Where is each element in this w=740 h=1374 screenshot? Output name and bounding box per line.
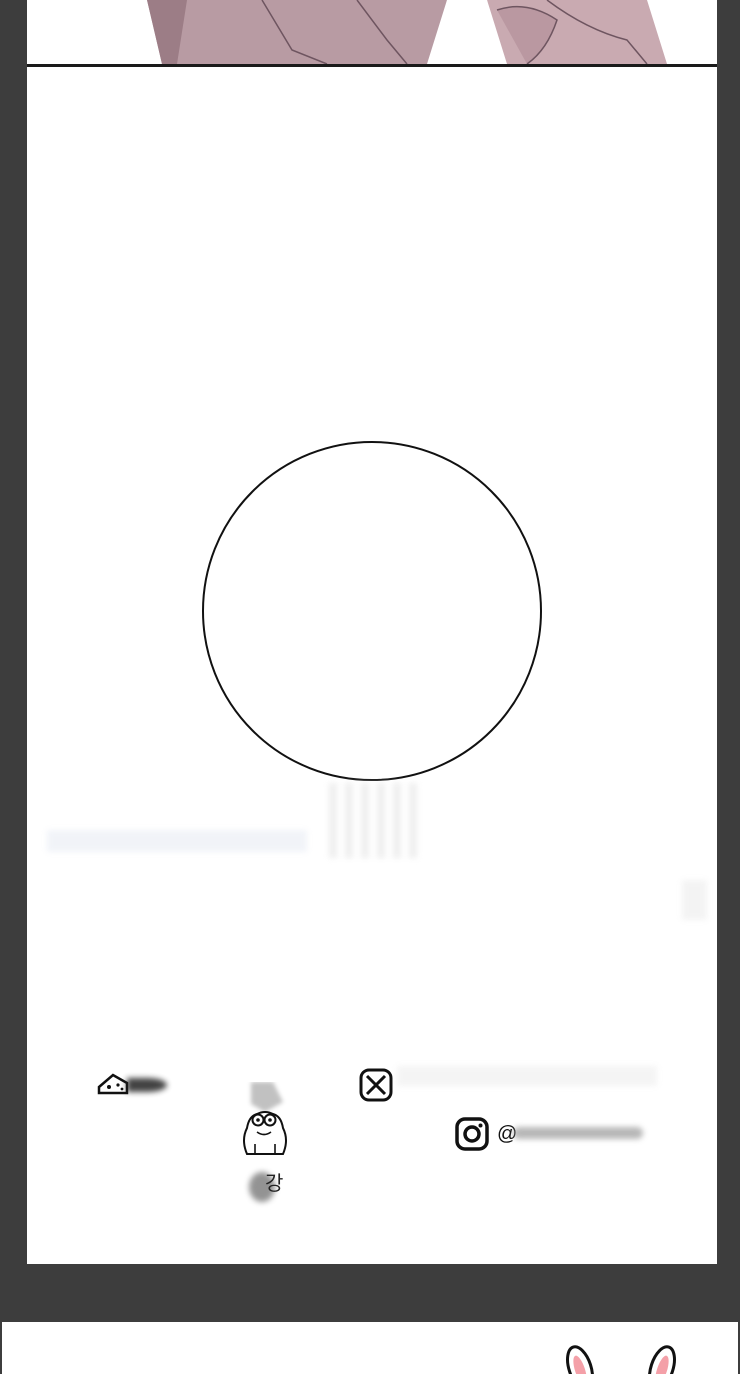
- blurred-mark: [127, 1078, 167, 1092]
- blurred-mark: [513, 1127, 643, 1139]
- mascot-label: 강: [265, 1171, 284, 1195]
- mascot: [237, 1082, 293, 1162]
- mail-icon: [359, 1068, 393, 1102]
- mail-contact: [359, 1068, 397, 1102]
- promo-banner[interactable]: [2, 1322, 738, 1374]
- circle-frame: [202, 441, 542, 781]
- blurred-mark: [47, 830, 307, 852]
- blurred-mark: [397, 1066, 657, 1086]
- bunny-ears-icon: [562, 1342, 682, 1374]
- comic-top-panel: [27, 0, 717, 67]
- blurred-mark: [329, 783, 419, 858]
- cheese-icon: [97, 1073, 131, 1097]
- instagram-contact: @: [455, 1117, 521, 1151]
- comic-page: 강 @: [27, 0, 717, 1264]
- mascot-icon: [237, 1082, 293, 1162]
- comic-art-illustration: [147, 0, 667, 64]
- instagram-icon: [455, 1117, 489, 1151]
- blurred-mark: [682, 880, 707, 920]
